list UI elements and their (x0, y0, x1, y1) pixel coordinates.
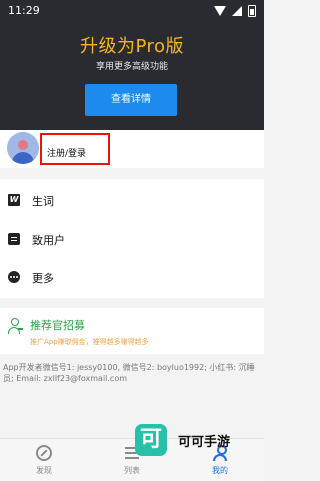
w-icon: W (8, 194, 20, 206)
chat-icon (8, 233, 20, 245)
view-details-button[interactable]: 查看详情 (85, 84, 177, 116)
add-user-icon (8, 318, 23, 336)
status-bar: 11:29 (0, 0, 264, 22)
watermark-text: 可可手游 (178, 435, 231, 450)
developer-info: App开发者微信号1: jessy0100, 微信号2: boyluo1992;… (3, 363, 255, 383)
menu-item-vocabulary[interactable]: W 生词 (0, 181, 264, 219)
avatar-head-shape (18, 140, 28, 150)
menu-item-label: 更多 (32, 272, 54, 285)
tab-discover[interactable]: 发现 (0, 439, 88, 481)
pro-banner: 11:29 升级为Pro版 享用更多高级功能 查看详情 (0, 0, 264, 130)
watermark-logo: 可 (135, 424, 167, 456)
avatar-body-shape (12, 152, 34, 164)
menu-item-label: 致用户 (32, 234, 65, 247)
pro-title: 升级为Pro版 (79, 36, 185, 57)
recruit-title: 推荐官招募 (30, 319, 85, 332)
pro-subtitle: 享用更多高级功能 (95, 62, 168, 72)
settings-menu: W 生词 致用户 更多 (0, 179, 264, 298)
compass-icon (36, 445, 52, 461)
more-icon (8, 271, 20, 283)
login-label[interactable]: 注册/登录 (47, 146, 86, 159)
status-time: 11:29 (8, 4, 40, 17)
tab-label: 发现 (36, 466, 52, 475)
wifi-icon (214, 6, 226, 16)
tab-label: 我的 (212, 466, 228, 475)
status-icons (214, 5, 256, 17)
avatar[interactable] (7, 132, 39, 164)
menu-item-label: 生词 (32, 195, 54, 208)
battery-icon (248, 5, 256, 17)
recruit-card[interactable]: 推荐官招募 推广App赚取佣金，推得越多赚得越多 (0, 308, 264, 354)
recruit-subtitle: 推广App赚取佣金，推得越多赚得越多 (30, 338, 149, 346)
menu-item-to-users[interactable]: 致用户 (0, 220, 264, 258)
menu-item-more[interactable]: 更多 (0, 258, 264, 296)
signal-icon (232, 6, 242, 16)
tab-label: 列表 (124, 466, 140, 475)
